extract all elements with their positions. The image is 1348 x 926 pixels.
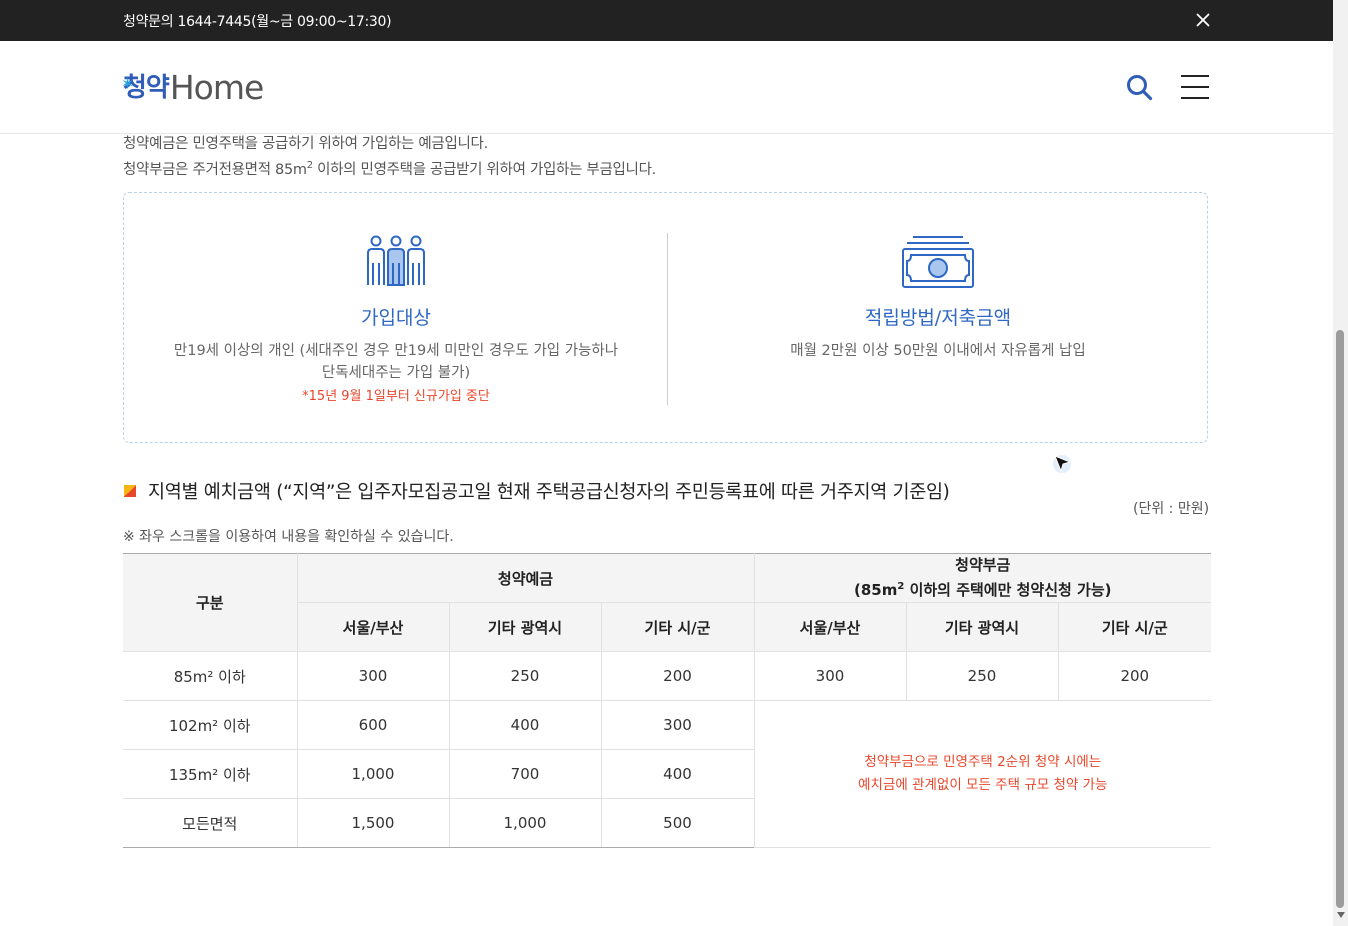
header-installment-a: (85m [854, 581, 898, 599]
info-box: 가입대상 만19세 이상의 개인 (세대주인 경우 만19세 미만인 경우도 가… [123, 192, 1208, 443]
table-cell: 200 [600, 651, 755, 701]
saving-method-column: 적립방법/저축금액 매월 2만원 이상 50만원 이내에서 자유롭게 납입 [688, 231, 1188, 362]
row-label: 모든면적 [123, 798, 298, 848]
table-cell: 500 [600, 798, 754, 848]
hamburger-menu-icon[interactable] [1181, 75, 1209, 99]
table-cell: 200 [1057, 651, 1212, 701]
table-cell: 300 [600, 700, 755, 750]
installment-note-line2: 예치금에 관계없이 모든 주택 규모 청약 가능 [858, 777, 1108, 793]
intro-line-installment: 청약부금은 주거전용면적 85m2 이하의 민영주택을 공급받기 위하여 가입하… [123, 158, 656, 179]
intro-line-deposit: 청약예금은 민영주택을 공급하기 위하여 가입하는 예금입니다. [123, 136, 488, 152]
table-cell: 300 [753, 651, 907, 701]
eligibility-column: 가입대상 만19세 이상의 개인 (세대주인 경우 만19세 미만인 경우도 가… [146, 231, 646, 408]
saving-method-title: 적립방법/저축금액 [864, 307, 1012, 329]
unit-label: (단위 : 만원) [1133, 501, 1210, 517]
page-content: 청약예금은 민영주택을 공급하기 위하여 가입하는 예금입니다. 청약부금은 주… [0, 0, 1333, 926]
table-cell: 250 [905, 651, 1059, 701]
notice-bar: 청약문의 1644-7445(월~금 09:00~17:30) [0, 0, 1333, 41]
installment-note: 청약부금으로 민영주택 2순위 청약 시에는 예치금에 관계없이 모든 주택 규… [753, 700, 1212, 848]
table-cell: 700 [448, 749, 602, 799]
eligibility-desc-2: 단독세대주는 가입 불가) [321, 365, 471, 381]
table-row: 85m² 이하 300 250 200 300 250 200 [123, 651, 1212, 701]
logo-ko: ✶ 청약 [121, 71, 170, 105]
subheader-cell: 서울/부산 [297, 602, 450, 652]
header-installment-b: 이하의 주택에만 청약신청 가능) [904, 581, 1112, 599]
saving-method-desc: 매월 2만원 이상 50만원 이내에서 자유롭게 납입 [790, 343, 1086, 359]
header-installment-line1: 청약부금 [955, 556, 1011, 574]
table-row: 102m² 이하 600 400 300 청약부금으로 민영주택 2순위 청약 … [123, 700, 1212, 848]
table-cell: 400 [600, 749, 754, 799]
deposit-table: 구분 청약예금 청약부금 (85m2 이하의 주택에만 청약신청 가능) 서울/… [123, 553, 1212, 848]
header-installment-line2: (85m2 이하의 주택에만 청약신청 가능) [755, 576, 1212, 601]
close-icon[interactable] [1193, 10, 1213, 30]
section-title-text: 지역별 예치금액 (“지역”은 입주자모집공고일 현재 주택공급신청자의 주민등… [148, 482, 950, 503]
table-cell: 400 [448, 700, 602, 750]
site-header: ✶ 청약 Home [0, 41, 1333, 134]
table-cell: 600 [296, 700, 450, 750]
table-cell: 300 [296, 651, 450, 701]
table-cell: 1,000 [296, 749, 450, 799]
eligibility-title: 가입대상 [361, 307, 431, 329]
subheader-cell: 기타 광역시 [448, 602, 602, 652]
logo-star-icon: ✶ [121, 74, 134, 93]
intro-line-installment-b: 이하의 민영주택을 공급받기 위하여 가입하는 부금입니다. [312, 162, 656, 178]
page-scrollbar[interactable] [1333, 0, 1348, 926]
intro-line-installment-a: 청약부금은 주거전용면적 85m [123, 162, 307, 178]
contact-phone: 청약문의 1644-7445(월~금 09:00~17:30) [123, 14, 392, 30]
scroll-down-arrow-icon[interactable] [1337, 912, 1345, 918]
table-cell: 250 [448, 651, 602, 701]
subheader-cell: 기타 광역시 [905, 602, 1059, 652]
money-icon [688, 231, 1188, 289]
subheader-cell: 서울/부산 [753, 602, 907, 652]
row-label: 85m² 이하 [123, 651, 298, 701]
header-category: 구분 [123, 553, 298, 652]
site-logo[interactable]: ✶ 청약 Home [121, 68, 264, 107]
subheader-cell: 기타 시/군 [1057, 602, 1212, 652]
section-marker-icon [124, 485, 136, 497]
logo-en: Home [169, 68, 264, 107]
installment-note-line1: 청약부금으로 민영주택 2순위 청약 시에는 [864, 754, 1102, 770]
header-installment: 청약부금 (85m2 이하의 주택에만 청약신청 가능) [753, 553, 1212, 603]
eligibility-desc-1: 만19세 이상의 개인 (세대주인 경우 만19세 미만인 경우도 가입 가능하… [173, 343, 619, 359]
header-deposit: 청약예금 [296, 553, 755, 603]
people-icon [146, 231, 646, 289]
subheader-cell: 기타 시/군 [600, 602, 755, 652]
table-cell: 1,000 [448, 798, 602, 848]
mouse-cursor-icon [1052, 454, 1076, 478]
table-cell: 1,500 [296, 798, 450, 848]
eligibility-note: *15년 9월 1일부터 신규가입 중단 [302, 389, 490, 404]
scrollbar-thumb[interactable] [1336, 330, 1344, 908]
search-icon[interactable] [1125, 73, 1153, 101]
section-title: 지역별 예치금액 (“지역”은 입주자모집공고일 현재 주택공급신청자의 주민등… [124, 478, 950, 504]
column-divider [667, 233, 668, 405]
row-label: 102m² 이하 [123, 700, 298, 750]
scroll-note: ※ 좌우 스크롤을 이용하여 내용을 확인하실 수 있습니다. [123, 529, 454, 545]
row-label: 135m² 이하 [123, 749, 298, 799]
